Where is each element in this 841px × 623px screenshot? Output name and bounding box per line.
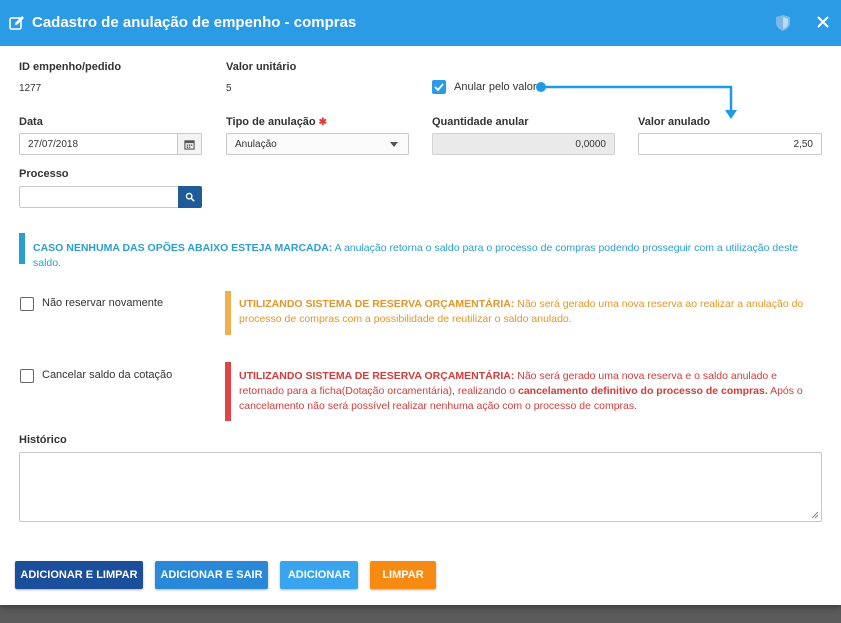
warning-note: UTILIZANDO SISTEMA DE RESERVA ORÇAMENTÁR… <box>239 297 819 327</box>
limpar-button[interactable]: LIMPAR <box>370 561 436 589</box>
check-icon <box>434 83 444 92</box>
nao-reservar-label[interactable]: Não reservar novamente <box>42 297 163 309</box>
historico-label: Histórico <box>19 434 67 446</box>
valor-unitario-value: 5 <box>226 83 232 94</box>
adicionar-e-limpar-button[interactable]: ADICIONAR E LIMPAR <box>15 561 143 589</box>
cancelar-saldo-label[interactable]: Cancelar saldo da cotação <box>42 369 172 381</box>
annulment-modal: Cadastro de anulação de empenho - compra… <box>0 0 841 605</box>
quantidade-anular-label: Quantidade anular <box>432 116 529 128</box>
tipo-anulacao-value: Anulação <box>235 139 277 150</box>
shield-icon[interactable] <box>775 14 791 32</box>
id-empenho-value: 1277 <box>19 83 42 94</box>
modal-title: Cadastro de anulação de empenho - compra… <box>32 14 357 31</box>
id-empenho-label: ID empenho/pedido <box>19 61 122 73</box>
warning-note-bar <box>225 291 231 335</box>
required-marker: ✱ <box>318 117 328 128</box>
adicionar-button[interactable]: ADICIONAR <box>280 561 358 589</box>
info-note-bar <box>19 233 25 264</box>
chevron-down-icon <box>390 142 398 147</box>
valor-unitario-label: Valor unitário <box>226 61 297 73</box>
calendar-icon <box>184 140 195 150</box>
quantidade-anular-value: 0,0000 <box>575 139 606 150</box>
edit-icon <box>9 16 24 30</box>
historico-textarea[interactable] <box>19 452 822 522</box>
tipo-anulacao-label: Tipo de anulação ✱ <box>226 116 327 128</box>
quantidade-anular-input: 0,0000 <box>432 133 615 155</box>
processo-input[interactable] <box>19 186 179 208</box>
processo-label: Processo <box>19 168 69 180</box>
resize-handle-icon[interactable] <box>811 511 819 519</box>
danger-note-title: UTILIZANDO SISTEMA DE RESERVA ORÇAMENTÁR… <box>239 370 515 382</box>
data-input[interactable]: 27/07/2018 <box>19 133 202 155</box>
processo-search-button[interactable] <box>178 186 202 208</box>
valor-anulado-value: 2,50 <box>793 139 813 150</box>
danger-note-bar <box>225 362 231 421</box>
valor-anulado-input[interactable]: 2,50 <box>638 133 822 155</box>
warning-note-title: UTILIZANDO SISTEMA DE RESERVA ORÇAMENTÁR… <box>239 298 515 310</box>
anular-pelo-valor-checkbox[interactable] <box>432 80 446 94</box>
cancelar-saldo-checkbox[interactable] <box>20 369 34 383</box>
info-note: CASO NENHUMA DAS OPÕES ABAIXO ESTEJA MAR… <box>33 241 823 271</box>
info-note-title: CASO NENHUMA DAS OPÕES ABAIXO ESTEJA MAR… <box>33 242 333 254</box>
calendar-button[interactable] <box>177 134 201 154</box>
danger-note-emphasis: cancelamento definitivo do processo de c… <box>518 385 768 397</box>
search-icon <box>185 192 195 202</box>
modal-header: Cadastro de anulação de empenho - compra… <box>0 0 841 46</box>
adicionar-e-sair-button[interactable]: ADICIONAR E SAIR <box>155 561 268 589</box>
nao-reservar-checkbox[interactable] <box>20 297 34 311</box>
tipo-anulacao-label-text: Tipo de anulação <box>226 116 316 128</box>
anular-pelo-valor-label[interactable]: Anular pelo valor <box>454 81 537 93</box>
valor-anulado-label: Valor anulado <box>638 116 711 128</box>
tipo-anulacao-select[interactable]: Anulação <box>226 133 409 155</box>
data-input-value: 27/07/2018 <box>28 139 79 150</box>
data-label: Data <box>19 116 43 128</box>
danger-note: UTILIZANDO SISTEMA DE RESERVA ORÇAMENTÁR… <box>239 369 819 414</box>
close-icon[interactable] <box>815 14 831 30</box>
